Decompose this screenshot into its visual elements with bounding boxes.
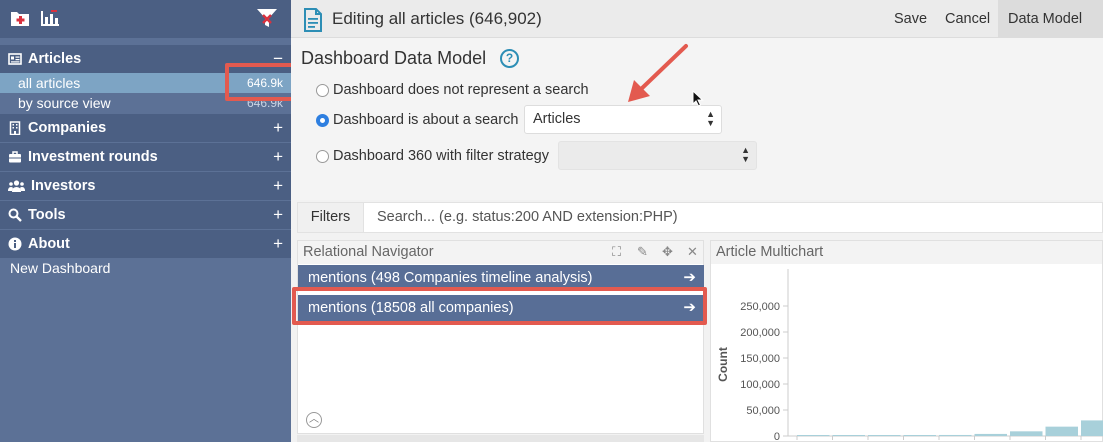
select-arrows-icon: ▲ ▼ [706,109,715,128]
y-tick-label: 100,000 [740,379,780,391]
filters-bar: Filters Search... (e.g. status:200 AND e… [297,202,1103,233]
newspaper-icon [8,53,22,65]
sidebar-section-companies[interactable]: Companies + [0,113,291,142]
section-label: Investors [31,178,96,194]
chart-bar[interactable] [797,435,830,436]
select-value: Articles [533,111,581,127]
count-badge: 646.9k [246,76,283,90]
add-chart-icon[interactable] [40,9,60,27]
panel-below [297,435,704,442]
sidebar-toolbar [0,0,291,38]
chart-bar[interactable] [832,435,866,436]
chevron-up-icon[interactable]: ︿ [306,412,322,428]
article-multichart-panel: Article Multichart 0 50,000 100,000 150,000… [710,240,1103,442]
mouse-cursor-icon [692,90,704,107]
data-model-label[interactable]: Data Model [1008,11,1082,27]
chart-bar[interactable] [1045,426,1079,436]
relation-label: mentions (18508 all companies) [308,300,514,316]
option-label: Dashboard does not represent a search [333,82,589,98]
edit-icon[interactable]: ✎ [637,244,648,260]
data-model-title: Dashboard Data Model [301,48,487,68]
chart-bar[interactable] [974,433,1008,436]
sidebar: Articles − all articles 646.9k by source… [0,0,291,442]
radio-button-selected[interactable] [316,113,329,127]
option-label: Dashboard is about a search [333,112,519,128]
panel-header: Article Multichart [711,241,1102,264]
sidebar-section-tools[interactable]: Tools + [0,200,291,229]
page-title: Editing all articles (646,902) [332,9,542,28]
chart-bar[interactable] [939,434,972,436]
y-tick-label: 200,000 [740,327,780,339]
building-icon [9,121,21,135]
expand-icon[interactable]: + [273,176,283,196]
users-icon [8,180,25,192]
relation-row[interactable]: mentions (18508 all companies) ➔ [298,295,704,321]
help-icon[interactable]: ? [500,49,519,68]
y-tick-label: 250,000 [740,301,780,313]
relation-row[interactable]: mentions (498 Companies timeline analysi… [298,265,704,291]
expand-icon[interactable]: + [273,147,283,167]
section-label: Investment rounds [28,149,158,165]
move-icon[interactable]: ✥ [662,244,673,260]
sidebar-section-about[interactable]: About + [0,229,291,258]
expand-icon[interactable]: + [273,118,283,138]
radio-button[interactable] [316,83,329,97]
sidebar-section-investment-rounds[interactable]: Investment rounds + [0,142,291,171]
search-icon [8,208,22,222]
chart-bar[interactable] [903,435,937,436]
briefcase-icon [9,151,21,163]
y-axis-label: Count [716,347,730,382]
filter-strategy-select[interactable]: ▲ ▼ [558,141,757,170]
sidebar-item-label: by source view [18,95,111,111]
save-button[interactable]: Save [894,11,927,27]
chart-bar[interactable] [1081,420,1103,436]
option-label: Dashboard 360 with filter strategy [333,148,549,164]
panel-title: Relational Navigator [303,244,434,260]
panel-header: Relational Navigator ⛶ ✎ ✥ ✕ [298,241,703,264]
new-dashboard-link[interactable]: New Dashboard [10,260,110,276]
y-tick-label: 0 [774,431,780,442]
document-icon [304,8,322,32]
option-no-search[interactable]: Dashboard does not represent a search [316,82,589,98]
sidebar-section-investors[interactable]: Investors + [0,171,291,200]
section-label: Companies [28,120,107,136]
section-label: Tools [28,207,66,223]
sidebar-section-articles[interactable]: Articles − [0,44,291,73]
editor-header: Editing all articles (646,902) Save Canc… [291,0,1103,38]
annotation-arrow-icon [628,44,688,102]
close-icon[interactable]: ✕ [687,244,698,260]
option-360[interactable]: Dashboard 360 with filter strategy [316,148,549,164]
collapse-icon[interactable]: − [273,49,283,69]
section-label: About [28,236,70,252]
arrow-right-icon: ➔ [683,299,696,316]
option-about-search[interactable]: Dashboard is about a search [316,112,518,128]
sidebar-item-all-articles[interactable]: all articles 646.9k [0,73,291,93]
y-tick-label: 50,000 [746,405,780,417]
sidebar-item-label: all articles [18,75,81,91]
arrow-right-icon: ➔ [683,269,696,286]
y-tick-label: 150,000 [740,353,780,365]
filter-remove-icon[interactable] [255,7,279,29]
info-icon [8,237,22,251]
relational-navigator-panel: Relational Navigator ⛶ ✎ ✥ ✕ mentions (4… [297,240,704,434]
chart-bar[interactable] [868,435,901,436]
multichart-chart: 0 50,000 100,000 150,000 200,000 250,000 Count [716,269,1103,442]
expand-icon[interactable]: + [273,205,283,225]
filter-search-input[interactable]: Search... (e.g. status:200 AND extension… [377,209,678,225]
section-label: Articles [28,51,82,67]
radio-button[interactable] [316,149,329,163]
chart-bar[interactable] [1010,431,1043,436]
cancel-button[interactable]: Cancel [945,11,990,27]
fullscreen-icon[interactable]: ⛶ [612,244,621,260]
add-dashboard-icon[interactable] [10,9,30,27]
filters-label: Filters [298,203,364,232]
sidebar-item-by-source-view[interactable]: by source view 646.9k [0,93,291,113]
expand-icon[interactable]: + [273,234,283,254]
panel-title: Article Multichart [716,244,824,260]
relation-label: mentions (498 Companies timeline analysi… [308,270,593,286]
select-arrows-icon: ▲ ▼ [741,145,750,164]
count-badge: 646.9k [246,96,283,110]
